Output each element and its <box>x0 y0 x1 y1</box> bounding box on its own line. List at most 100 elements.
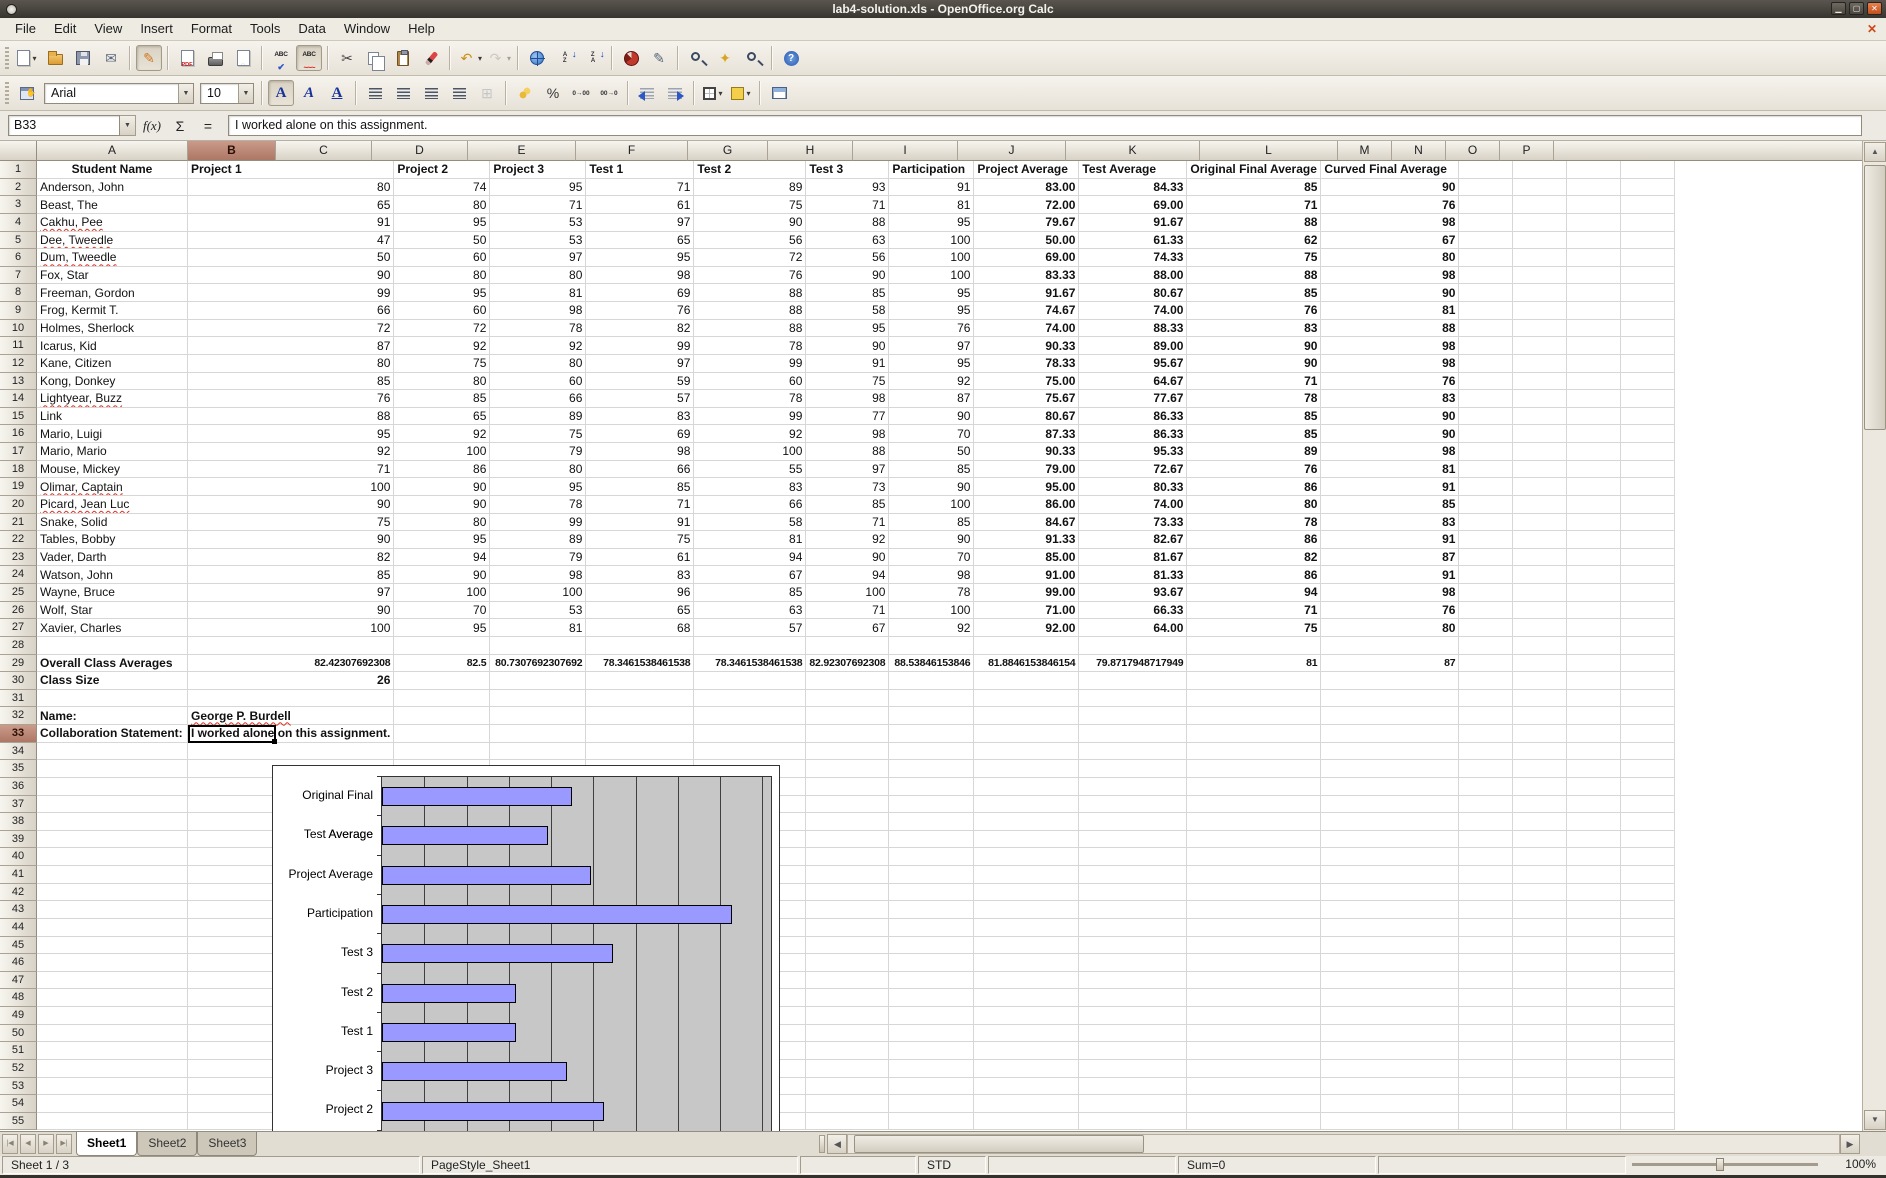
cell-M26[interactable] <box>1459 602 1513 620</box>
cell-G36[interactable] <box>806 778 889 796</box>
cell-A46[interactable] <box>37 954 188 972</box>
cell-A5[interactable]: Dee, Tweedle <box>37 232 188 250</box>
row-header-55[interactable]: 55 <box>0 1113 37 1131</box>
cell-L35[interactable] <box>1321 760 1459 778</box>
cell-H55[interactable] <box>889 1113 974 1131</box>
styles-formatting-icon[interactable] <box>14 80 40 106</box>
cell-M54[interactable] <box>1459 1095 1513 1113</box>
cell-O37[interactable] <box>1567 796 1621 814</box>
cell-H36[interactable] <box>889 778 974 796</box>
cell-F21[interactable]: 58 <box>694 514 806 532</box>
cell-O13[interactable] <box>1567 373 1621 391</box>
open-icon[interactable] <box>42 45 68 71</box>
cell-M22[interactable] <box>1459 531 1513 549</box>
cell-M19[interactable] <box>1459 478 1513 496</box>
cell-H17[interactable]: 50 <box>889 443 974 461</box>
cell-O18[interactable] <box>1567 461 1621 479</box>
menu-item-file[interactable]: File <box>6 18 45 40</box>
cell-H12[interactable]: 95 <box>889 355 974 373</box>
cell-I46[interactable] <box>974 954 1079 972</box>
row-header-1[interactable]: 1 <box>0 161 37 179</box>
cell-G35[interactable] <box>806 760 889 778</box>
row-header-26[interactable]: 26 <box>0 602 37 620</box>
cell-C19[interactable]: 90 <box>394 478 490 496</box>
cell-A21[interactable]: Snake, Solid <box>37 514 188 532</box>
add-decimal-icon[interactable]: 0→00 <box>568 80 594 106</box>
cell-O10[interactable] <box>1567 320 1621 338</box>
cell-N23[interactable] <box>1513 549 1567 567</box>
cell-P38[interactable] <box>1621 813 1675 831</box>
cell-O7[interactable] <box>1567 267 1621 285</box>
cell-M45[interactable] <box>1459 937 1513 955</box>
cell-I35[interactable] <box>974 760 1079 778</box>
cell-G18[interactable]: 97 <box>806 461 889 479</box>
cell-F1[interactable]: Test 2 <box>694 161 806 179</box>
cell-A15[interactable]: Link <box>37 408 188 426</box>
cell-L42[interactable] <box>1321 884 1459 902</box>
cell-P7[interactable] <box>1621 267 1675 285</box>
row-header-24[interactable]: 24 <box>0 566 37 584</box>
cell-O42[interactable] <box>1567 884 1621 902</box>
cell-G41[interactable] <box>806 866 889 884</box>
cell-N44[interactable] <box>1513 919 1567 937</box>
cell-B11[interactable]: 87 <box>188 337 394 355</box>
cell-D16[interactable]: 75 <box>490 425 586 443</box>
cell-K52[interactable] <box>1187 1060 1321 1078</box>
cell-I42[interactable] <box>974 884 1079 902</box>
cell-O43[interactable] <box>1567 901 1621 919</box>
cell-A42[interactable] <box>37 884 188 902</box>
cell-J17[interactable]: 95.33 <box>1079 443 1187 461</box>
cell-K54[interactable] <box>1187 1095 1321 1113</box>
currency-format-icon[interactable] <box>512 80 538 106</box>
gallery-icon[interactable]: ✦ <box>712 45 738 71</box>
cell-N8[interactable] <box>1513 284 1567 302</box>
cell-D7[interactable]: 80 <box>490 267 586 285</box>
cell-C9[interactable]: 60 <box>394 302 490 320</box>
row-header-19[interactable]: 19 <box>0 478 37 496</box>
cell-K14[interactable]: 78 <box>1187 390 1321 408</box>
cell-I16[interactable]: 87.33 <box>974 425 1079 443</box>
cell-N52[interactable] <box>1513 1060 1567 1078</box>
cell-J43[interactable] <box>1079 901 1187 919</box>
cell-J48[interactable] <box>1079 989 1187 1007</box>
percent-format-icon[interactable]: % <box>540 80 566 106</box>
cell-M7[interactable] <box>1459 267 1513 285</box>
cell-L14[interactable]: 83 <box>1321 390 1459 408</box>
cell-F2[interactable]: 89 <box>694 179 806 197</box>
cell-E3[interactable]: 61 <box>586 196 694 214</box>
cell-D26[interactable]: 53 <box>490 602 586 620</box>
row-header-35[interactable]: 35 <box>0 760 37 778</box>
cell-L46[interactable] <box>1321 954 1459 972</box>
cell-G11[interactable]: 90 <box>806 337 889 355</box>
cell-G8[interactable]: 85 <box>806 284 889 302</box>
cell-I25[interactable]: 99.00 <box>974 584 1079 602</box>
cell-B15[interactable]: 88 <box>188 408 394 426</box>
cell-L44[interactable] <box>1321 919 1459 937</box>
cell-O4[interactable] <box>1567 214 1621 232</box>
cell-A35[interactable] <box>37 760 188 778</box>
row-header-30[interactable]: 30 <box>0 672 37 690</box>
row-header-28[interactable]: 28 <box>0 637 37 655</box>
cell-P8[interactable] <box>1621 284 1675 302</box>
cell-L18[interactable]: 81 <box>1321 461 1459 479</box>
cell-O17[interactable] <box>1567 443 1621 461</box>
cell-H25[interactable]: 78 <box>889 584 974 602</box>
cell-N13[interactable] <box>1513 373 1567 391</box>
undo-icon[interactable]: ↶▾ <box>456 45 483 71</box>
sort-ascending-icon[interactable]: A Z <box>552 45 578 71</box>
cell-I13[interactable]: 75.00 <box>974 373 1079 391</box>
cell-L54[interactable] <box>1321 1095 1459 1113</box>
cell-D6[interactable]: 97 <box>490 249 586 267</box>
cell-K39[interactable] <box>1187 831 1321 849</box>
name-box[interactable]: B33 <box>8 115 120 136</box>
cell-L2[interactable]: 90 <box>1321 179 1459 197</box>
cell-K29[interactable]: 81 <box>1187 655 1321 673</box>
cell-K7[interactable]: 88 <box>1187 267 1321 285</box>
cell-D2[interactable]: 95 <box>490 179 586 197</box>
cell-I7[interactable]: 83.33 <box>974 267 1079 285</box>
cell-G24[interactable]: 94 <box>806 566 889 584</box>
cell-F29[interactable]: 78.3461538461538 <box>694 655 806 673</box>
column-header-I[interactable]: I <box>853 141 958 161</box>
cell-H50[interactable] <box>889 1025 974 1043</box>
cell-B16[interactable]: 95 <box>188 425 394 443</box>
